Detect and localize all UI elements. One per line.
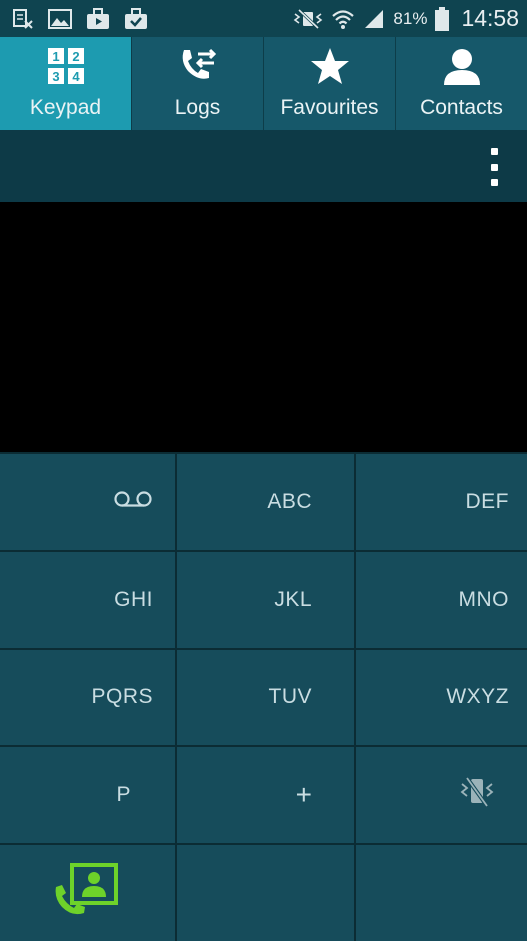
key-6[interactable]: MNO <box>356 551 527 648</box>
screenshot-notification-icon <box>12 8 34 30</box>
tab-logs[interactable]: Logs <box>132 37 264 130</box>
svg-text:3: 3 <box>52 69 59 84</box>
key-3[interactable]: DEF <box>356 454 527 550</box>
star-icon <box>310 47 350 90</box>
wifi-icon <box>331 8 355 30</box>
more-options-icon <box>490 148 498 155</box>
key-letters: PQRS <box>91 685 153 709</box>
key-2[interactable]: ABC <box>177 454 354 550</box>
delete-button[interactable] <box>356 845 527 941</box>
key-letters: TUV <box>268 685 312 709</box>
vibrate-mute-icon <box>459 776 509 814</box>
svg-text:2: 2 <box>72 49 79 64</box>
gallery-icon <box>48 8 72 29</box>
tasks-briefcase-icon <box>124 7 148 30</box>
tab-label: Favourites <box>280 96 379 119</box>
key-0[interactable]: + <box>177 747 354 844</box>
mute-vibrate-icon <box>293 8 323 30</box>
key-letters: DEF <box>465 489 509 513</box>
dial-call-button[interactable] <box>177 845 354 941</box>
key-letters: JKL <box>274 587 312 611</box>
status-bar: 81% 14:58 <box>0 0 527 37</box>
more-options-button[interactable] <box>487 148 501 186</box>
key-letters: P <box>116 783 131 807</box>
key-letters: GHI <box>114 587 153 611</box>
tab-keypad[interactable]: 1 2 3 4 Keypad <box>0 37 132 130</box>
key-hash[interactable] <box>356 747 527 844</box>
key-letters: + <box>295 779 312 811</box>
battery-icon <box>435 6 450 31</box>
voicemail-icon <box>113 489 153 515</box>
svg-text:4: 4 <box>72 69 80 84</box>
contact-call-icon <box>52 861 120 925</box>
key-5[interactable]: JKL <box>177 551 354 648</box>
key-7[interactable]: PQRS <box>0 649 175 746</box>
tab-contacts[interactable]: Contacts <box>396 37 527 130</box>
key-1[interactable] <box>0 454 175 550</box>
tab-label: Contacts <box>420 96 503 119</box>
tab-bar: 1 2 3 4 Keypad Logs Favourites Contacts <box>0 37 527 130</box>
keypad-icon: 1 2 3 4 <box>47 47 85 90</box>
key-letters: ABC <box>267 489 312 513</box>
number-display[interactable] <box>0 202 527 452</box>
signal-icon <box>363 8 385 30</box>
key-letters: WXYZ <box>446 685 509 709</box>
battery-percent: 81% <box>393 8 428 28</box>
dial-keypad: ABC DEF GHI JKL MNO PQRS TUV WXYZ P + <box>0 452 527 941</box>
action-bar <box>0 130 527 202</box>
key-letters: MNO <box>458 587 509 611</box>
contact-person-icon <box>442 47 482 90</box>
tab-label: Logs <box>174 96 221 119</box>
add-to-contacts-button[interactable] <box>0 845 175 941</box>
tab-favourites[interactable]: Favourites <box>264 37 396 130</box>
clock: 14:58 <box>461 5 519 31</box>
svg-text:1: 1 <box>52 49 59 64</box>
call-logs-icon <box>178 47 218 90</box>
media-bag-icon <box>86 7 110 30</box>
key-star[interactable]: P <box>0 747 175 844</box>
key-8[interactable]: TUV <box>177 649 354 746</box>
key-9[interactable]: WXYZ <box>356 649 527 746</box>
key-4[interactable]: GHI <box>0 551 175 648</box>
tab-label: Keypad <box>29 96 102 119</box>
notification-icons <box>12 7 148 30</box>
